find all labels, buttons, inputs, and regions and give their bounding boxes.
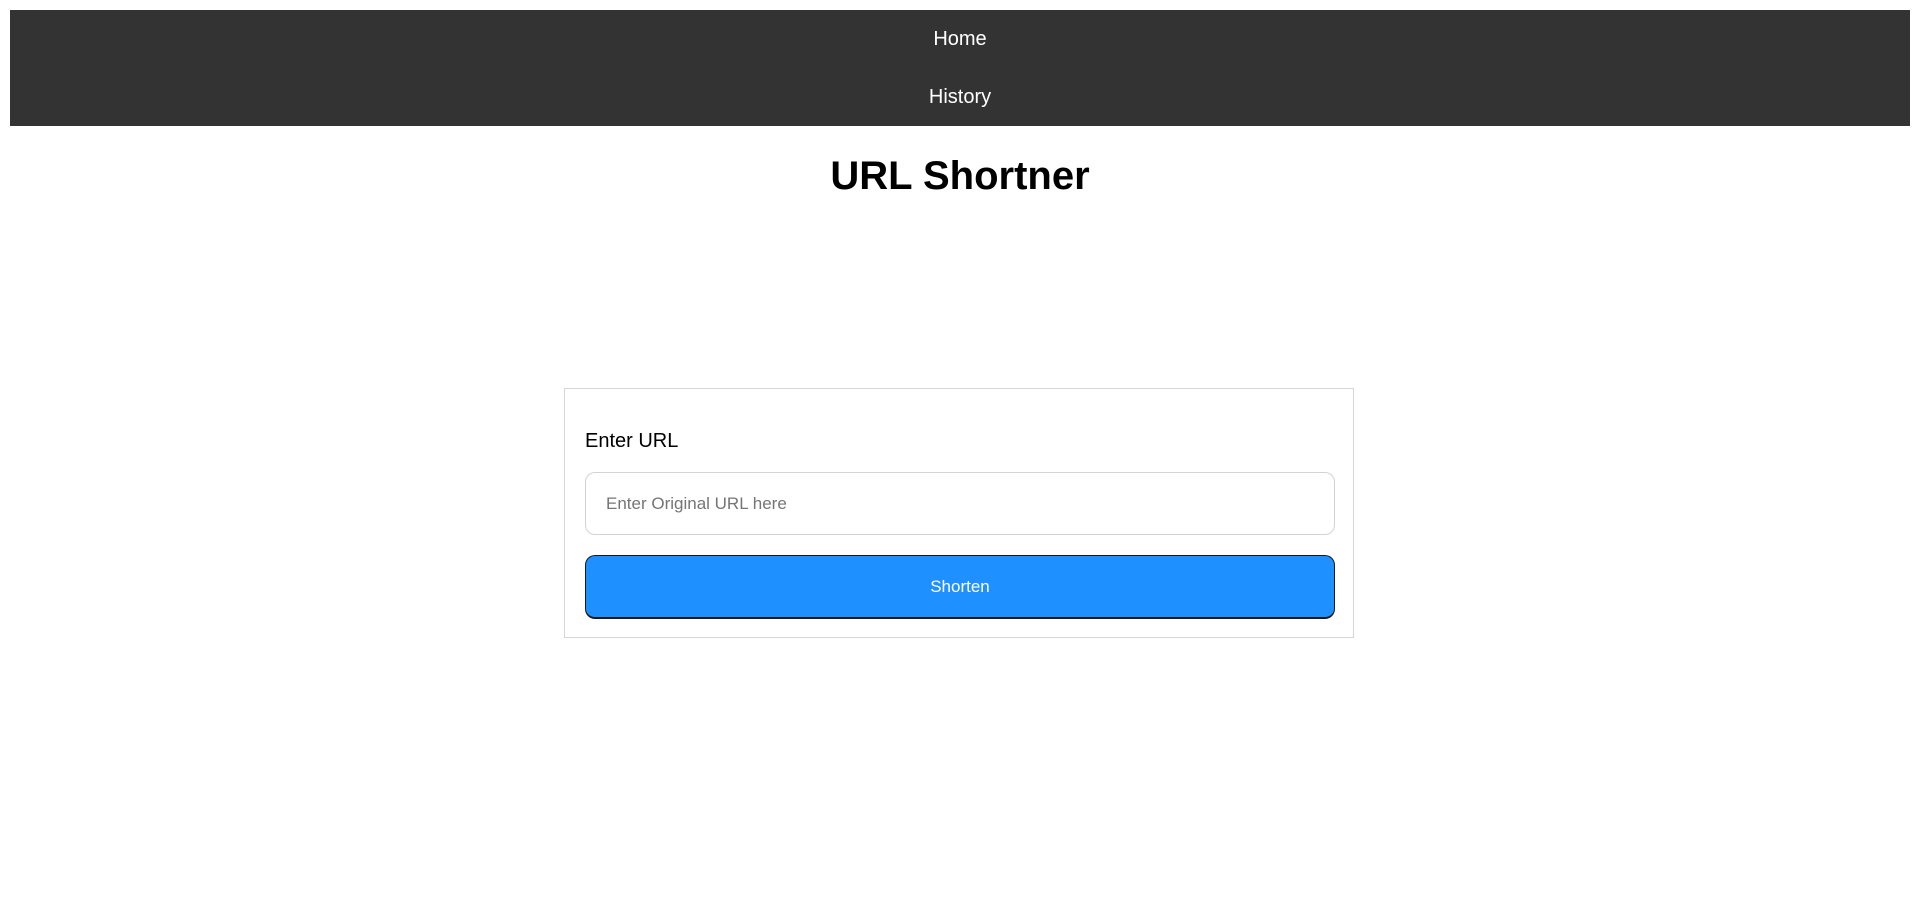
nav-link-home[interactable]: Home xyxy=(10,10,1910,68)
page-title: URL Shortner xyxy=(830,154,1090,198)
url-form-card: Enter URL Shorten xyxy=(564,388,1354,638)
original-url-input[interactable] xyxy=(585,472,1335,535)
url-field-label: Enter URL xyxy=(585,430,679,452)
top-navbar: Home History xyxy=(10,10,1910,126)
nav-link-history[interactable]: History xyxy=(10,68,1910,126)
shorten-button[interactable]: Shorten xyxy=(585,555,1335,619)
